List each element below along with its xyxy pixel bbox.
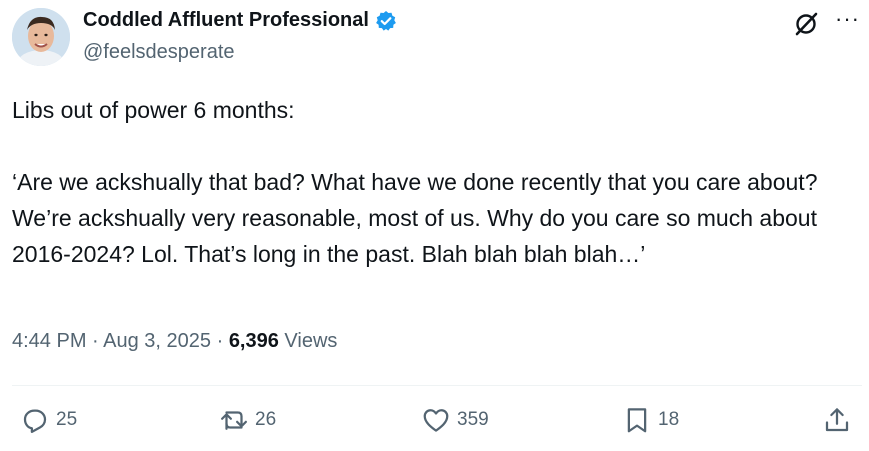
more-options-icon[interactable]: ··· bbox=[835, 8, 860, 30]
author-handle[interactable]: @feelsdesperate bbox=[83, 41, 235, 64]
bookmark-icon bbox=[627, 408, 647, 433]
avatar[interactable] bbox=[12, 8, 70, 66]
repost-icon bbox=[221, 411, 247, 430]
views-label: Views bbox=[278, 330, 338, 352]
share-icon bbox=[825, 408, 849, 432]
reply-button[interactable]: 25 bbox=[20, 405, 77, 435]
repost-count: 26 bbox=[255, 409, 277, 430]
like-count: 359 bbox=[457, 409, 489, 430]
tweet-paragraph-2: ‘Are we ackshually that bad? What have w… bbox=[12, 169, 818, 267]
verified-badge-icon bbox=[375, 10, 397, 32]
tweet-text: Libs out of power 6 months: ‘Are we acks… bbox=[12, 92, 862, 272]
bookmark-count: 18 bbox=[658, 409, 680, 430]
tweet-date[interactable]: Aug 3, 2025 bbox=[103, 330, 211, 352]
avatar-image bbox=[12, 8, 70, 66]
views-count: 6,396 bbox=[228, 330, 279, 352]
reply-count: 25 bbox=[56, 409, 78, 430]
meta-separator: · bbox=[211, 330, 229, 352]
repost-button[interactable]: 26 bbox=[219, 405, 276, 435]
tweet-meta: 4:44 PM · Aug 3, 2025 · 6,396 Views bbox=[12, 330, 337, 353]
grok-icon[interactable] bbox=[793, 10, 821, 38]
bookmark-button[interactable]: 18 bbox=[622, 405, 679, 435]
divider bbox=[12, 385, 862, 386]
author-name-row[interactable]: Coddled Affluent Professional bbox=[83, 9, 397, 32]
meta-separator: · bbox=[86, 330, 104, 352]
heart-icon bbox=[423, 409, 449, 432]
tweet-line-1: Libs out of power 6 months: bbox=[12, 97, 295, 123]
reply-icon bbox=[23, 409, 47, 433]
like-button[interactable]: 359 bbox=[421, 405, 489, 435]
share-button[interactable] bbox=[822, 405, 852, 435]
author-name[interactable]: Coddled Affluent Professional bbox=[83, 9, 369, 32]
tweet-time[interactable]: 4:44 PM bbox=[12, 330, 86, 352]
